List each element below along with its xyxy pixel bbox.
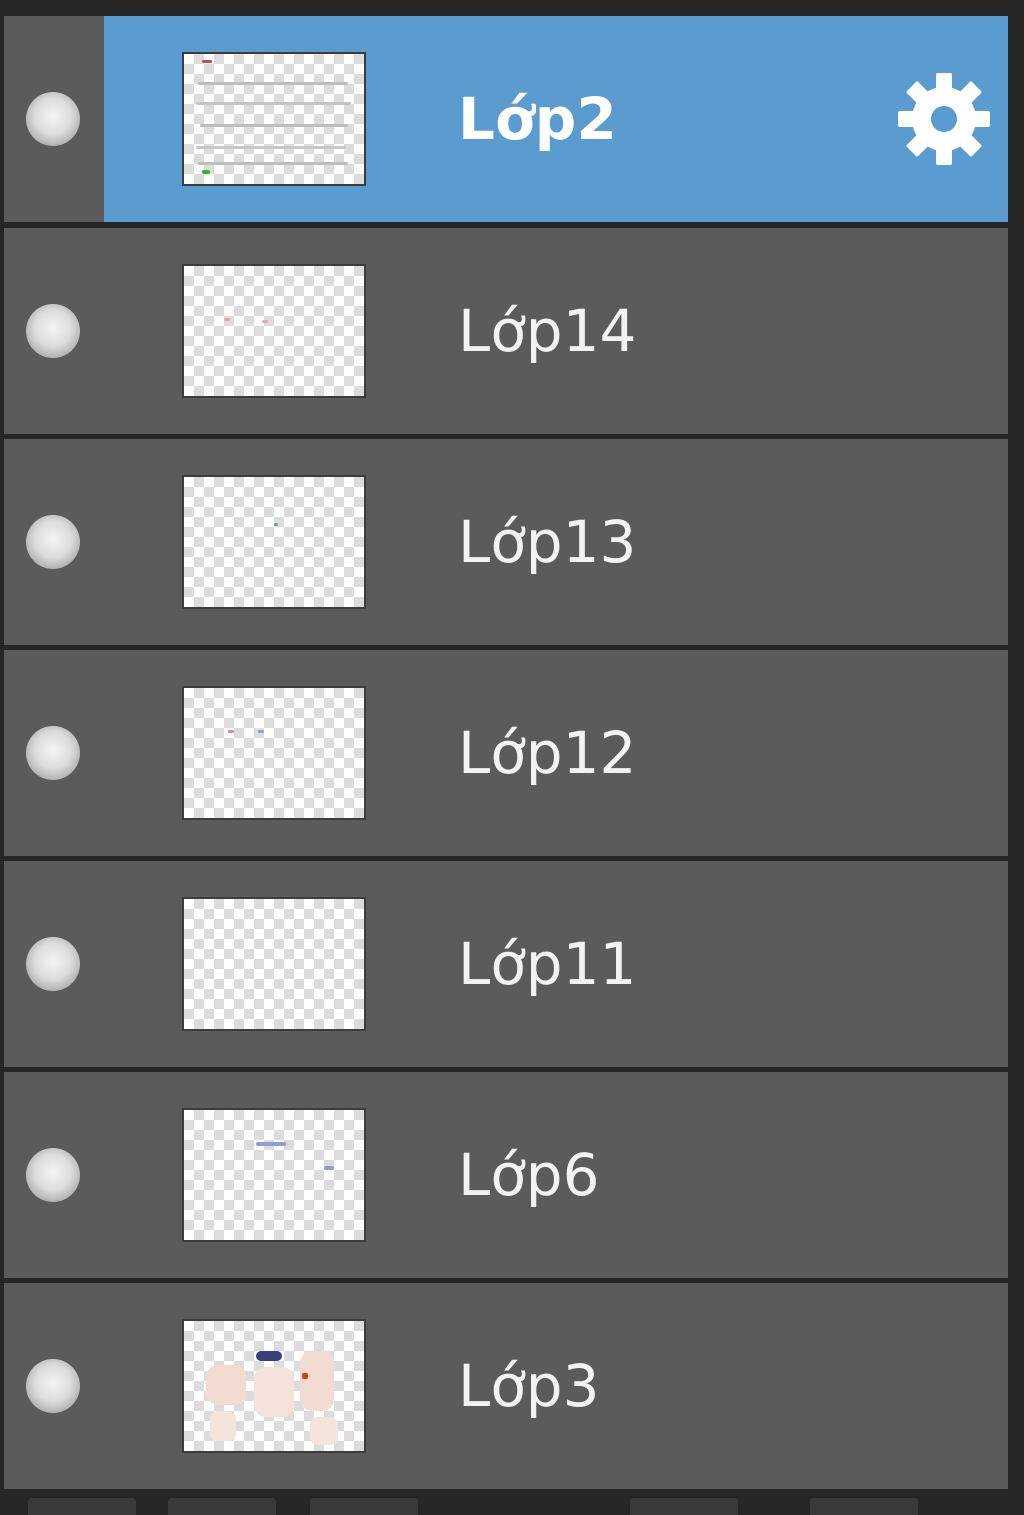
layers-panel: Lớp2 Lớp14 Lớp13 Lớp12 Lớp11 Lớp6 Lớp3 xyxy=(0,0,1024,1515)
thumbnail-stroke xyxy=(198,162,348,165)
thumbnail-dot xyxy=(262,320,268,323)
gear-icon[interactable] xyxy=(894,69,994,169)
thumbnail-dot xyxy=(228,730,234,733)
layer-row-lop6[interactable]: Lớp6 xyxy=(4,1072,1008,1278)
layer-row-lop13[interactable]: Lớp13 xyxy=(4,439,1008,645)
thumbnail-stroke xyxy=(198,82,348,85)
layer-thumbnail xyxy=(182,897,366,1031)
toolbar-tab[interactable] xyxy=(310,1498,418,1515)
layer-name: Lớp13 xyxy=(458,508,637,576)
layer-thumbnail xyxy=(182,475,366,609)
visibility-toggle-icon[interactable] xyxy=(26,1359,80,1413)
layer-name: Lớp11 xyxy=(458,930,637,998)
thumbnail-stroke xyxy=(196,102,351,105)
layer-thumbnail xyxy=(182,1108,366,1242)
thumbnail-stroke xyxy=(310,1417,338,1445)
toolbar-tab[interactable] xyxy=(630,1498,738,1515)
layer-row-lop11[interactable]: Lớp11 xyxy=(4,861,1008,1067)
layer-thumbnail xyxy=(182,52,366,186)
layer-name: Lớp6 xyxy=(458,1141,600,1209)
visibility-toggle-icon[interactable] xyxy=(26,92,80,146)
thumbnail-stroke xyxy=(256,1351,282,1361)
visibility-toggle-icon[interactable] xyxy=(26,937,80,991)
thumbnail-stroke xyxy=(196,146,346,149)
thumbnail-dot xyxy=(258,730,264,733)
thumbnail-dot xyxy=(224,318,230,321)
thumbnail-stroke xyxy=(206,1365,246,1405)
layer-thumbnail xyxy=(182,1319,366,1453)
thumbnail-dot xyxy=(274,523,278,526)
thumbnail-dot xyxy=(302,1373,308,1379)
toolbar-tab[interactable] xyxy=(168,1498,276,1515)
layer-row-lop14[interactable]: Lớp14 xyxy=(4,228,1008,434)
layer-name: Lớp2 xyxy=(458,85,617,153)
layer-row-lop2[interactable]: Lớp2 xyxy=(4,16,1008,222)
thumbnail-stroke xyxy=(256,1142,286,1146)
layer-row-lop12[interactable]: Lớp12 xyxy=(4,650,1008,856)
visibility-toggle-icon[interactable] xyxy=(26,1148,80,1202)
thumbnail-stroke xyxy=(300,1351,334,1411)
layer-row-lop3[interactable]: Lớp3 xyxy=(4,1283,1008,1489)
bottom-toolbar xyxy=(0,1490,1024,1515)
toolbar-tab[interactable] xyxy=(810,1498,918,1515)
layer-name: Lớp14 xyxy=(458,297,637,365)
thumbnail-stroke xyxy=(254,1367,294,1417)
thumbnail-dot xyxy=(324,1166,334,1170)
visibility-toggle-icon[interactable] xyxy=(26,304,80,358)
layer-name: Lớp12 xyxy=(458,719,637,787)
scrollbar-track[interactable] xyxy=(1008,0,1024,1490)
thumbnail-stroke xyxy=(200,124,348,127)
visibility-toggle-icon[interactable] xyxy=(26,726,80,780)
toolbar-tab[interactable] xyxy=(28,1498,136,1515)
visibility-toggle-icon[interactable] xyxy=(26,515,80,569)
layer-name: Lớp3 xyxy=(458,1352,600,1420)
layer-thumbnail xyxy=(182,264,366,398)
thumbnail-stroke xyxy=(210,1411,236,1441)
thumbnail-dot xyxy=(202,60,212,63)
thumbnail-dot xyxy=(202,170,210,174)
layer-thumbnail xyxy=(182,686,366,820)
